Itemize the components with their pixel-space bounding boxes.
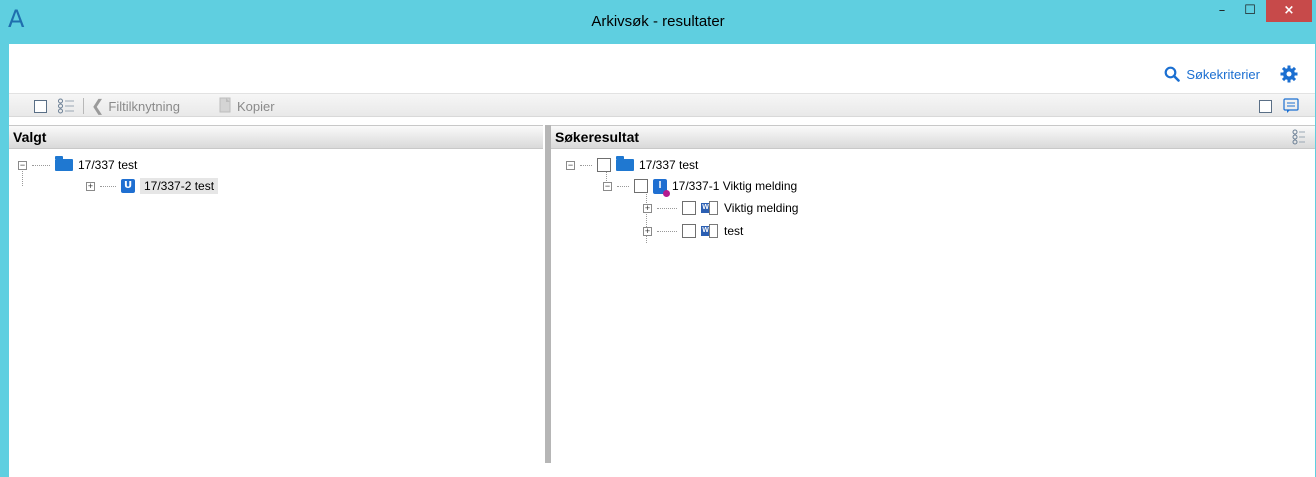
filtilknytning-button[interactable]: ❮ Filtilknytning bbox=[91, 94, 180, 118]
close-button[interactable]: × bbox=[1266, 0, 1312, 22]
expand-icon[interactable]: + bbox=[86, 181, 95, 191]
search-result-title: Søkeresultat bbox=[555, 129, 640, 145]
expand-icon[interactable]: + bbox=[643, 203, 652, 213]
panel-checkbox[interactable] bbox=[1259, 94, 1272, 118]
collapse-icon[interactable]: − bbox=[566, 160, 575, 170]
column-chooser-icon[interactable] bbox=[1292, 129, 1306, 151]
top-actions: Søkekriterier bbox=[1164, 62, 1298, 86]
tree-node-label: 17/337 test bbox=[78, 158, 138, 172]
filtilknytning-label: Filtilknytning bbox=[108, 98, 180, 114]
tree-node-checkbox[interactable] bbox=[597, 158, 611, 172]
title-bar[interactable]: A Arkivsøk - resultater – ☐ × bbox=[0, 0, 1316, 44]
folder-icon bbox=[55, 156, 73, 171]
select-all-checkbox[interactable] bbox=[34, 94, 47, 118]
kopier-button[interactable]: Kopier bbox=[219, 94, 275, 118]
tree-node-checkbox[interactable] bbox=[634, 179, 648, 193]
i-badge-icon: I bbox=[653, 178, 670, 197]
maximize-button[interactable]: ☐ bbox=[1236, 0, 1264, 22]
minimize-button[interactable]: – bbox=[1208, 0, 1236, 22]
u-badge-icon: U bbox=[121, 179, 135, 193]
gear-icon[interactable] bbox=[1280, 65, 1298, 83]
expand-icon[interactable]: + bbox=[643, 226, 652, 236]
word-doc-icon: W bbox=[701, 224, 719, 238]
tree-node-label: 17/337-1 Viktig melding bbox=[672, 179, 798, 193]
tree-node-journal[interactable]: − I 17/337-1 Viktig melding bbox=[603, 176, 798, 197]
copy-icon bbox=[219, 97, 233, 116]
toolbar: ❮ Filtilknytning Kopier bbox=[9, 93, 1315, 117]
column-chooser-icon[interactable] bbox=[57, 94, 75, 118]
collapse-icon[interactable]: − bbox=[603, 181, 612, 191]
tree-node-folder[interactable]: − 17/337 test bbox=[566, 155, 698, 175]
kopier-label: Kopier bbox=[237, 98, 275, 114]
selected-panel-header: Valgt bbox=[9, 125, 543, 149]
word-doc-icon: W bbox=[701, 201, 719, 215]
collapse-icon[interactable]: − bbox=[18, 160, 27, 170]
folder-icon bbox=[616, 156, 634, 171]
search-criteria-button[interactable]: Søkekriterier bbox=[1164, 66, 1260, 82]
window-title: Arkivsøk - resultater bbox=[591, 13, 725, 30]
search-icon bbox=[1164, 66, 1181, 82]
tree-node-attachment[interactable]: + W test bbox=[643, 221, 743, 241]
tree-node-checkbox[interactable] bbox=[682, 201, 696, 215]
tree-node-checkbox[interactable] bbox=[682, 224, 696, 238]
tree-node-label: Viktig melding bbox=[724, 201, 799, 215]
search-criteria-label: Søkekriterier bbox=[1186, 66, 1260, 82]
tree-node-document[interactable]: + U 17/337-2 test bbox=[86, 176, 219, 196]
search-result-panel: Søkeresultat − 17/337 test − I 17/337-1 … bbox=[551, 125, 1315, 463]
tree-node-label: 17/337-2 test bbox=[140, 178, 219, 194]
selected-panel: Valgt − 17/337 test + U 17/337-2 test bbox=[9, 125, 543, 463]
search-result-header: Søkeresultat bbox=[551, 125, 1315, 149]
app-window: A Arkivsøk - resultater – ☐ × Søkekriter… bbox=[0, 0, 1316, 477]
tree-node-attachment[interactable]: + W Viktig melding bbox=[643, 198, 798, 218]
tree-node-folder[interactable]: − 17/337 test bbox=[18, 155, 137, 175]
tree-node-label: 17/337 test bbox=[639, 158, 699, 172]
comment-icon[interactable] bbox=[1283, 94, 1299, 118]
tree-node-label: test bbox=[724, 224, 744, 238]
chevron-left-icon: ❮ bbox=[91, 98, 105, 115]
